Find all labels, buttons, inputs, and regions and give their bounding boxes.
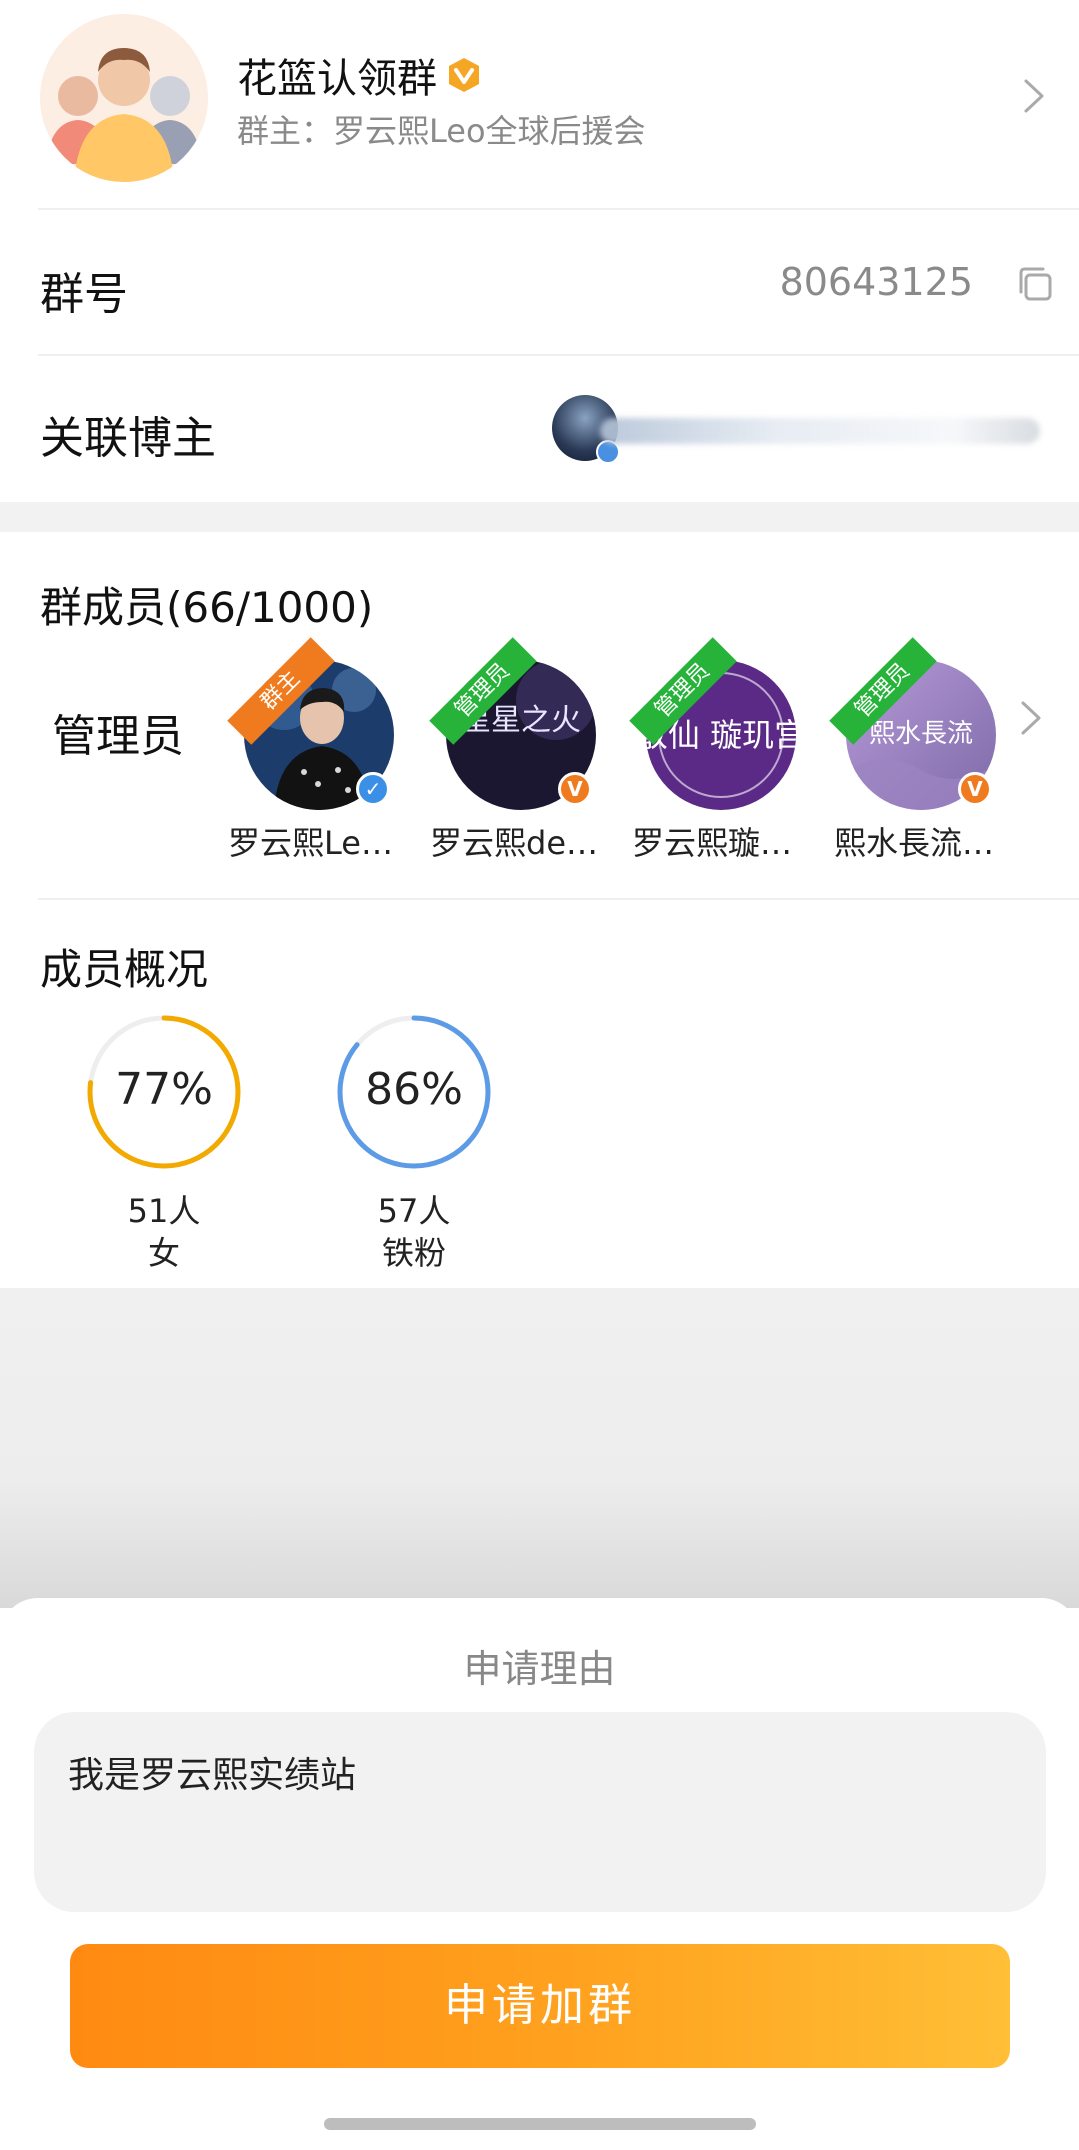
avatar-text: 熙水長流 xyxy=(869,719,973,749)
divider xyxy=(38,354,1079,356)
group-header[interactable]: 花篮认领群 群主：罗云熙Leo全球后援会 xyxy=(0,0,1079,210)
divider xyxy=(38,208,1079,210)
stat-label: 女 xyxy=(147,1234,180,1272)
stat-female: 77% 51人 女 xyxy=(84,1012,244,1274)
stat-label: 铁粉 xyxy=(381,1234,446,1272)
stat-percent: 77% xyxy=(115,1064,213,1115)
sheet-title: 申请理由 xyxy=(463,1647,616,1691)
admin-item[interactable]: 星星之火 管理员 V xyxy=(429,637,616,830)
copy-icon[interactable] xyxy=(1015,264,1055,304)
members-title: 群成员(66/1000) xyxy=(40,583,374,632)
admin-name: 熙水長流… xyxy=(834,824,995,862)
admin-name: 罗云熙璇… xyxy=(632,824,793,862)
group-avatar xyxy=(40,14,208,182)
group-owner: 群主：罗云熙Leo全球后援会 xyxy=(237,112,646,150)
chevron-right-icon[interactable] xyxy=(1020,700,1042,736)
group-name: 花篮认领群 xyxy=(237,46,483,104)
overview-title: 成员概况 xyxy=(40,945,209,994)
group-name-text: 花篮认领群 xyxy=(237,56,437,102)
blurred-blogger-name xyxy=(600,418,1040,444)
verified-badge-icon xyxy=(449,58,479,92)
stat-iron-fans: 86% 57人 铁粉 xyxy=(334,1012,494,1274)
verified-badge-icon: ✓ xyxy=(356,772,390,806)
stat-count: 51人 xyxy=(127,1192,201,1230)
group-id-value: 80643125 xyxy=(779,260,973,304)
group-id-label: 群号 xyxy=(40,269,128,320)
reason-input[interactable]: 我是罗云熙实绩站 xyxy=(34,1712,1046,1912)
admin-name: 罗云熙Le… xyxy=(228,824,393,862)
admin-item[interactable]: 散仙 璇玑宫 管理员 xyxy=(629,637,816,830)
divider xyxy=(38,898,1079,900)
apply-join-button[interactable]: 申请加群 xyxy=(70,1944,1010,2068)
dimmed-background xyxy=(0,1288,1079,1608)
home-indicator xyxy=(324,2118,756,2130)
chevron-right-icon[interactable] xyxy=(1023,78,1045,114)
linked-blogger-label: 关联博主 xyxy=(40,413,216,464)
admin-name: 罗云熙de… xyxy=(430,824,599,862)
admin-item[interactable]: 熙水長流 管理员 V xyxy=(829,637,1016,830)
verified-badge-icon: V xyxy=(958,772,992,806)
section-separator xyxy=(0,502,1079,532)
admin-label: 管理员 xyxy=(52,711,184,762)
verified-badge-icon: V xyxy=(558,772,592,806)
apply-sheet: 申请理由 我是罗云熙实绩站 申请加群 xyxy=(0,1598,1079,2150)
admin-item[interactable]: 群主 ✓ xyxy=(227,637,414,830)
stat-count: 57人 xyxy=(377,1192,451,1230)
stat-percent: 86% xyxy=(365,1064,463,1115)
